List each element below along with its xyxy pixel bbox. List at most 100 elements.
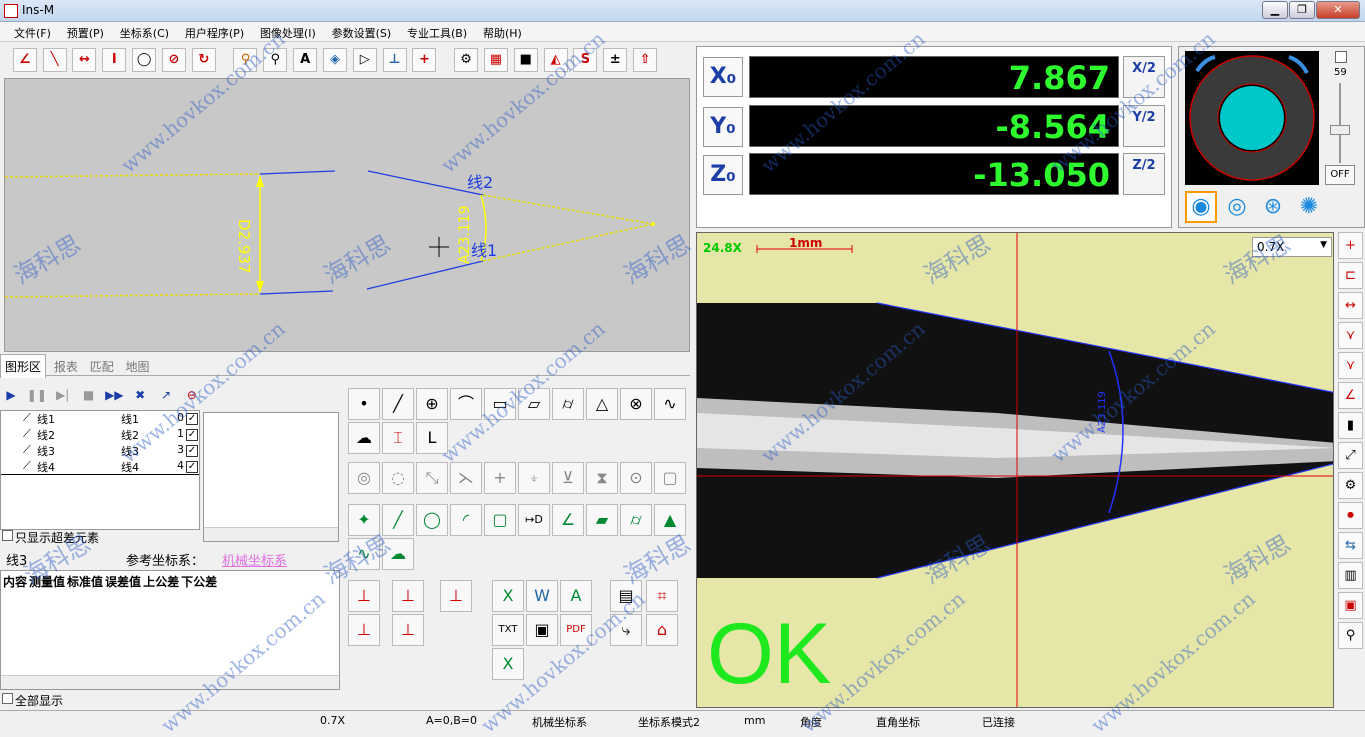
- pick-line-icon[interactable]: ╱: [382, 504, 414, 536]
- program-list[interactable]: ⟋ 线1 线1 0 ✓ ⟋ 线2 线2 1 ✓ ⟋ 线3 线3 3 ✓ ⟋ 线4…: [0, 410, 200, 530]
- item-checkbox[interactable]: ✓: [186, 445, 198, 457]
- horizontal-scrollbar[interactable]: [204, 527, 338, 541]
- export-excel2-icon[interactable]: X: [492, 648, 524, 680]
- corner-icon[interactable]: L: [416, 422, 448, 454]
- width-icon[interactable]: ↔: [1338, 292, 1363, 319]
- menu-tools[interactable]: 专业工具(B): [401, 22, 473, 44]
- expand-icon[interactable]: ⤢: [1338, 442, 1363, 469]
- coord-3d-icon[interactable]: ⊥: [392, 614, 424, 646]
- vertical-dim-icon[interactable]: I: [102, 48, 127, 72]
- parallelogram-icon[interactable]: ▱: [518, 388, 550, 420]
- grid-icon[interactable]: ▦: [483, 48, 508, 72]
- tab-match[interactable]: 匹配: [86, 355, 118, 378]
- line-icon[interactable]: ╱: [382, 388, 414, 420]
- point-icon[interactable]: •: [348, 388, 380, 420]
- menu-file[interactable]: 文件(F): [0, 22, 57, 44]
- pick-blob-icon[interactable]: ☁: [382, 538, 414, 570]
- x-half-button[interactable]: X/2: [1123, 56, 1165, 98]
- list-item[interactable]: ⟋ 线1 线1 0 ✓: [1, 411, 199, 427]
- ring-mode-2-icon[interactable]: ◎: [1221, 191, 1253, 223]
- target-icon[interactable]: ⊙: [620, 462, 652, 494]
- cone-icon[interactable]: △: [586, 388, 618, 420]
- item-checkbox[interactable]: ✓: [186, 413, 198, 425]
- item-checkbox[interactable]: ✓: [186, 461, 198, 473]
- settings-icon[interactable]: ⚙: [454, 48, 479, 72]
- play-icon[interactable]: ▶: [0, 384, 22, 406]
- y-angle-icon[interactable]: ⋎: [1338, 352, 1363, 379]
- pick-point-icon[interactable]: ✦: [348, 504, 380, 536]
- export-txt-icon[interactable]: TXT: [492, 614, 524, 646]
- export-cad-icon[interactable]: A: [560, 580, 592, 612]
- menu-help[interactable]: 帮助(H): [477, 22, 528, 44]
- zoom-fit-icon[interactable]: ⚲: [263, 48, 288, 72]
- intersect-icon[interactable]: +: [484, 462, 516, 494]
- pick-cone-icon[interactable]: ▲: [654, 504, 686, 536]
- item-checkbox[interactable]: ✓: [186, 429, 198, 441]
- ring-mode-1-icon[interactable]: ◉: [1185, 191, 1217, 223]
- z-half-button[interactable]: Z/2: [1123, 153, 1165, 195]
- probe-icon[interactable]: ⍖: [518, 462, 550, 494]
- tab-map[interactable]: 地图: [122, 355, 154, 378]
- barcode-icon[interactable]: ▥: [1338, 562, 1363, 589]
- text-tool-icon[interactable]: A: [293, 48, 318, 72]
- plus-minus-icon[interactable]: ±: [603, 48, 628, 72]
- maximize-button[interactable]: ❐: [1289, 1, 1315, 19]
- vertical-bar-icon[interactable]: ▮: [1338, 412, 1363, 439]
- color-icon[interactable]: ▤: [610, 580, 642, 612]
- pick-angle-icon[interactable]: ∠: [552, 504, 584, 536]
- origin-set-icon[interactable]: ⊥: [348, 580, 380, 612]
- layers-icon[interactable]: ◈: [322, 48, 347, 72]
- record-icon[interactable]: ⏺: [1338, 502, 1363, 529]
- mid-icon[interactable]: ⤡: [416, 462, 448, 494]
- print-icon[interactable]: ▣: [526, 614, 558, 646]
- pick-rect-icon[interactable]: ▢: [484, 504, 516, 536]
- filmstrip-icon[interactable]: ▣: [1338, 592, 1363, 619]
- export-excel-icon[interactable]: X: [492, 580, 524, 612]
- light-off-button[interactable]: OFF: [1325, 165, 1355, 185]
- bisector-icon[interactable]: ⋋: [450, 462, 482, 494]
- no-circle-icon[interactable]: ⊘: [161, 48, 186, 72]
- zoom-select[interactable]: 0.7X ▼: [1252, 237, 1332, 257]
- hourglass-icon[interactable]: ⧗: [586, 462, 618, 494]
- menu-preset[interactable]: 预置(P): [61, 22, 110, 44]
- menu-image[interactable]: 图像处理(I): [254, 22, 322, 44]
- tab-graph[interactable]: 图形区: [0, 354, 47, 378]
- sphere-icon[interactable]: ⊗: [620, 388, 652, 420]
- s-icon[interactable]: S: [573, 48, 598, 72]
- list-item[interactable]: ⟋ 线3 线3 3 ✓: [1, 443, 199, 459]
- origin-icon[interactable]: +: [412, 48, 437, 72]
- angle-dim-icon[interactable]: ∠: [12, 48, 37, 72]
- branch-icon[interactable]: ⤷: [610, 614, 642, 646]
- light-checkbox[interactable]: [1335, 51, 1347, 63]
- step-icon[interactable]: ▶|: [52, 384, 74, 406]
- export-word-icon[interactable]: W: [526, 580, 558, 612]
- list-item[interactable]: ⟋ 线4 线4 4 ✓: [1, 459, 199, 475]
- curve-icon[interactable]: ∿: [654, 388, 686, 420]
- black-square-icon[interactable]: ■: [513, 48, 538, 72]
- home-icon[interactable]: ⌂: [646, 614, 678, 646]
- arc-tool-icon[interactable]: ↻: [191, 48, 216, 72]
- pick-curve-icon[interactable]: ∿: [348, 538, 380, 570]
- ring-mode-3-icon[interactable]: ⊛: [1257, 191, 1289, 223]
- cart-icon[interactable]: ⊻: [552, 462, 584, 494]
- line-tool-icon[interactable]: ╲: [42, 48, 67, 72]
- cylinder-icon[interactable]: ⌭: [552, 388, 584, 420]
- results-table[interactable]: 内容 测量值 标准值 误差值 上公差 下公差: [0, 570, 340, 690]
- fast-forward-icon[interactable]: ▶▶: [103, 384, 125, 406]
- save-coord-icon[interactable]: ⊥: [440, 580, 472, 612]
- distance-icon[interactable]: ↦D: [518, 504, 550, 536]
- pick-cylinder-icon[interactable]: ⌭: [620, 504, 652, 536]
- arc-icon[interactable]: ⌒: [450, 388, 482, 420]
- pick-arc-icon[interactable]: ◜: [450, 504, 482, 536]
- export-pdf-icon[interactable]: PDF: [560, 614, 592, 646]
- only-exceed-checkbox[interactable]: [2, 530, 13, 541]
- blob-icon[interactable]: ☁: [348, 422, 380, 454]
- stop-icon[interactable]: ■: [77, 384, 99, 406]
- upload-icon[interactable]: ⇧: [633, 48, 658, 72]
- concentric-icon[interactable]: ◎: [348, 462, 380, 494]
- fit-icon[interactable]: ⌗: [646, 580, 678, 612]
- minimize-button[interactable]: ▁: [1262, 1, 1288, 19]
- pick-circle-icon[interactable]: ◯: [416, 504, 448, 536]
- menu-user-program[interactable]: 用户程序(P): [179, 22, 250, 44]
- ref-coord-link[interactable]: 机械坐标系: [222, 550, 287, 569]
